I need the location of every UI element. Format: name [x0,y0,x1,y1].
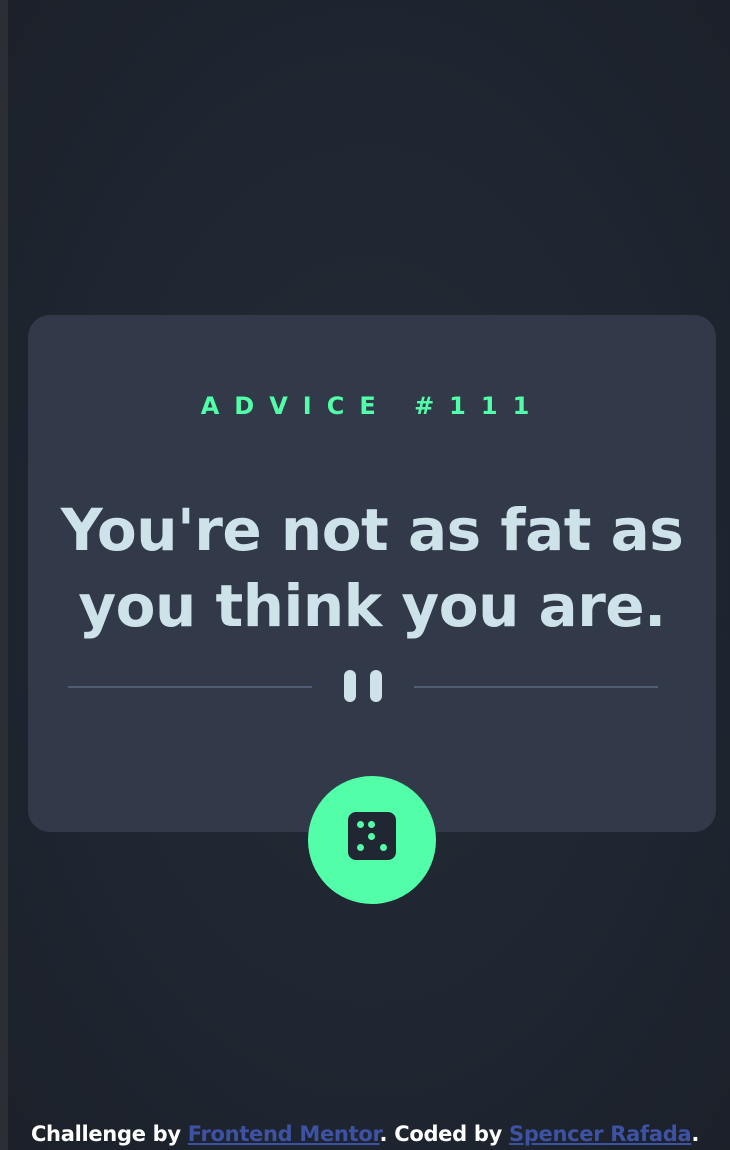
attribution-footer: Challenge by Frontend Mentor. Coded by S… [0,1118,730,1150]
frontend-mentor-link[interactable]: Frontend Mentor [188,1122,380,1146]
footer-prefix: Challenge by [30,1122,188,1146]
left-edge-bar [0,0,8,1150]
dice-pip [380,844,387,851]
new-advice-button[interactable] [308,776,436,904]
advice-id-label: ADVICE #111 [200,392,545,420]
dice-pip [368,821,375,828]
pause-icon-bar [370,670,382,702]
dice-pip [357,821,364,828]
pause-icon [344,670,356,702]
dice-pip [357,844,364,851]
divider-line-right [414,686,658,688]
author-link[interactable]: Spencer Rafada [509,1122,692,1146]
footer-middle: . Coded by [379,1122,509,1146]
divider-line-left [68,686,312,688]
dice-pip [368,833,375,840]
advice-quote: You're not as fat as you think you are. [60,496,684,640]
dice-icon [348,812,396,860]
footer-suffix: . [691,1122,700,1146]
